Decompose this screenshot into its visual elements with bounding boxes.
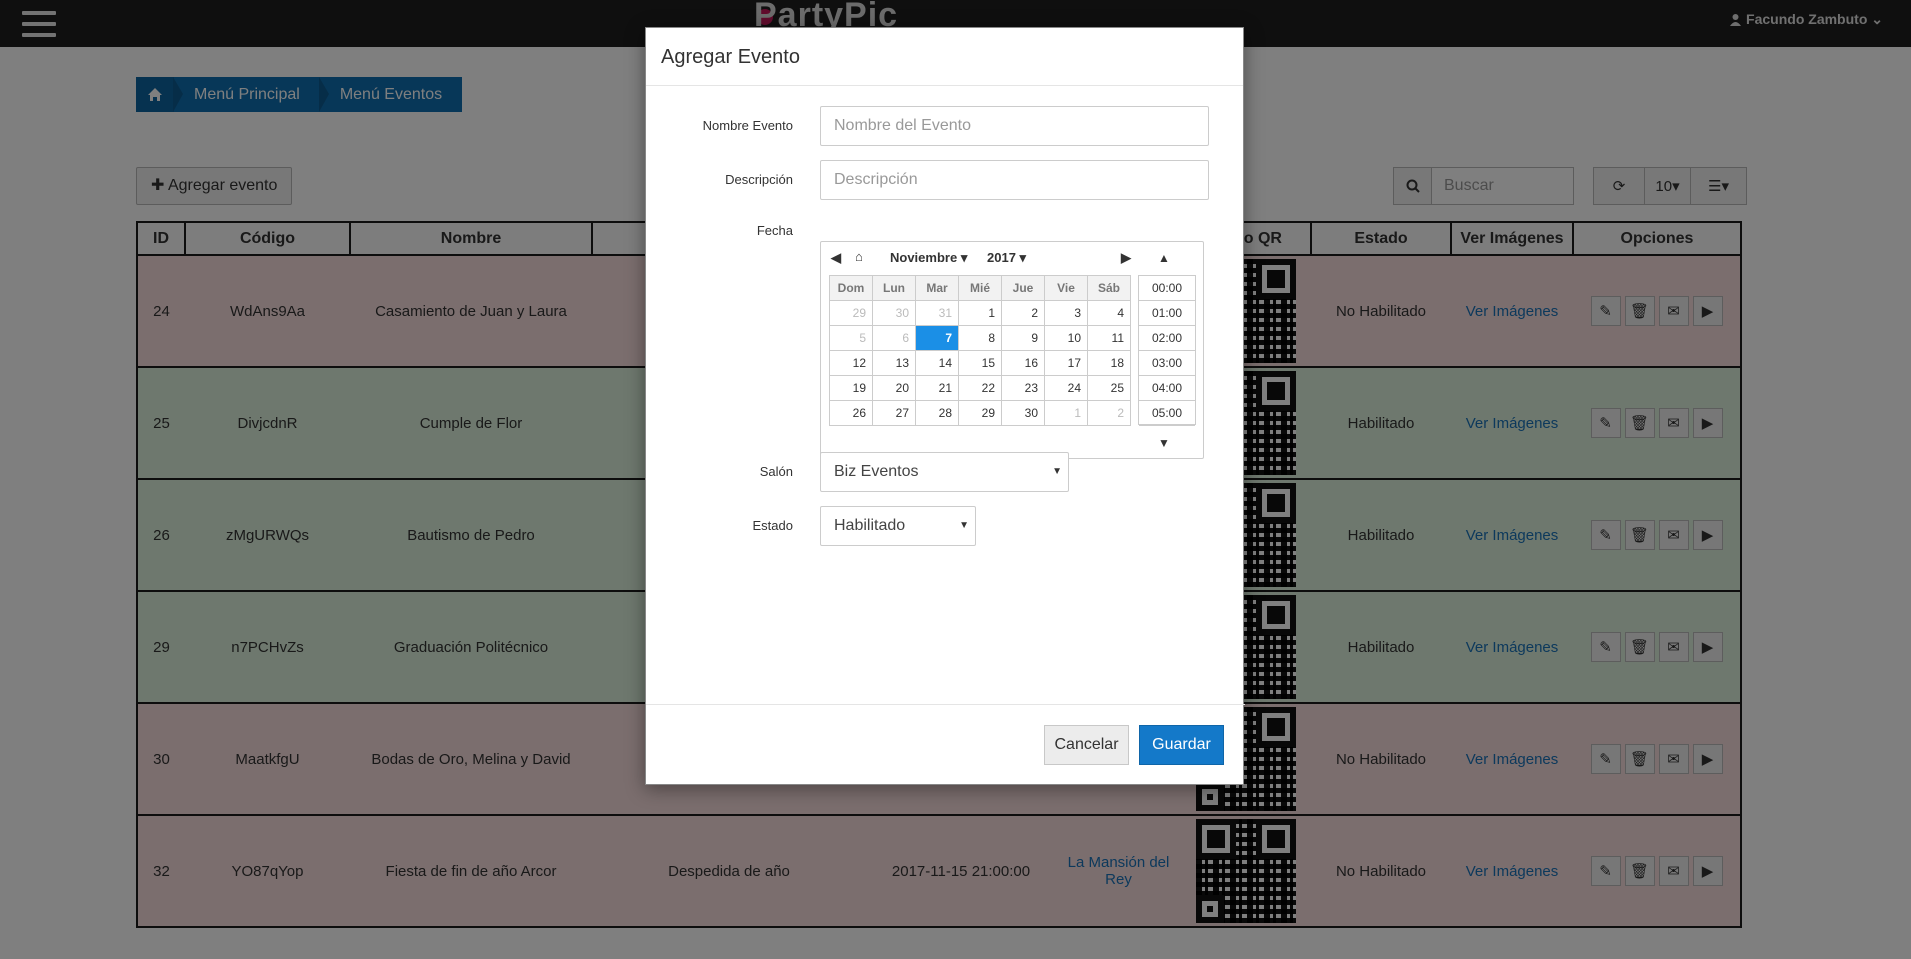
- calendar-day[interactable]: 1: [1044, 400, 1088, 426]
- calendar-day[interactable]: 9: [1001, 325, 1045, 351]
- weekday-header: Vie: [1044, 275, 1088, 301]
- calendar-day[interactable]: 6: [872, 325, 916, 351]
- calendar-day[interactable]: 23: [1001, 375, 1045, 401]
- weekday-header: Mar: [915, 275, 959, 301]
- weekday-header: Sáb: [1087, 275, 1131, 301]
- calendar-day[interactable]: 31: [915, 300, 959, 326]
- calendar-day[interactable]: 5: [829, 325, 873, 351]
- modal-title: Agregar Evento: [646, 28, 1243, 86]
- calendar-day[interactable]: 11: [1087, 325, 1131, 351]
- calendar-day[interactable]: 30: [1001, 400, 1045, 426]
- weekday-header: Mié: [958, 275, 1002, 301]
- select-caret-icon: ▼: [959, 520, 969, 531]
- calendar-day[interactable]: 18: [1087, 350, 1131, 376]
- datetime-picker: ◀ ⌂ Noviembre ▾ 2017 ▾ ▶ ▲ Dom Lun Mar Mié J…: [820, 241, 1204, 459]
- calendar-header: ◀ ⌂ Noviembre ▾ 2017 ▾ ▶: [831, 249, 1131, 270]
- calendar-day[interactable]: 28: [915, 400, 959, 426]
- calendar-day[interactable]: 22: [958, 375, 1002, 401]
- calendar-day[interactable]: 20: [872, 375, 916, 401]
- calendar-day[interactable]: 2: [1001, 300, 1045, 326]
- event-name-input[interactable]: Nombre del Evento: [820, 106, 1209, 146]
- calendar-day[interactable]: 8: [958, 325, 1002, 351]
- calendar-day[interactable]: 2: [1087, 400, 1131, 426]
- calendar-day[interactable]: 25: [1087, 375, 1131, 401]
- calendar-day[interactable]: 14: [915, 350, 959, 376]
- next-month-icon[interactable]: ▶: [1121, 250, 1131, 266]
- cancel-button[interactable]: Cancelar: [1044, 725, 1129, 765]
- state-value: Habilitado: [834, 517, 906, 534]
- calendar-day[interactable]: 29: [958, 400, 1002, 426]
- month-select[interactable]: Noviembre ▾: [890, 250, 967, 266]
- year-value: 2017: [987, 250, 1016, 265]
- event-name-label: Nombre Evento: [702, 118, 793, 133]
- calendar-day[interactable]: 26: [829, 400, 873, 426]
- calendar-day[interactable]: 24: [1044, 375, 1088, 401]
- calendar-day[interactable]: 30: [872, 300, 916, 326]
- time-option[interactable]: 04:00: [1139, 376, 1195, 401]
- time-option[interactable]: 01:00: [1139, 301, 1195, 326]
- calendar-day[interactable]: 19: [829, 375, 873, 401]
- calendar-day[interactable]: 27: [872, 400, 916, 426]
- salon-select[interactable]: Biz Eventos ▼: [820, 452, 1069, 492]
- modal-footer: Cancelar Guardar: [646, 704, 1245, 786]
- time-down-icon[interactable]: ▼: [1158, 436, 1170, 450]
- weekday-header: Jue: [1001, 275, 1045, 301]
- add-event-modal: Agregar Evento Nombre Evento Nombre del …: [645, 27, 1245, 786]
- calendar-day[interactable]: 7: [915, 325, 959, 351]
- time-option[interactable]: 02:00: [1139, 326, 1195, 351]
- save-button[interactable]: Guardar: [1139, 725, 1224, 765]
- date-label: Fecha: [756, 223, 793, 238]
- time-option[interactable]: 03:00: [1139, 351, 1195, 376]
- calendar-day[interactable]: 13: [872, 350, 916, 376]
- weekday-header: Dom: [829, 275, 873, 301]
- description-label: Descripción: [725, 172, 793, 187]
- year-select[interactable]: 2017 ▾: [987, 250, 1026, 266]
- calendar-day[interactable]: 10: [1044, 325, 1088, 351]
- calendar-day[interactable]: 29: [829, 300, 873, 326]
- calendar-day[interactable]: 3: [1044, 300, 1088, 326]
- calendar-day[interactable]: 16: [1001, 350, 1045, 376]
- today-home-icon[interactable]: ⌂: [855, 249, 863, 264]
- month-value: Noviembre: [890, 250, 958, 265]
- state-label: Estado: [752, 518, 793, 533]
- calendar-day[interactable]: 21: [915, 375, 959, 401]
- prev-month-icon[interactable]: ◀: [831, 250, 841, 266]
- weekday-header: Lun: [872, 275, 916, 301]
- calendar-day[interactable]: 4: [1087, 300, 1131, 326]
- calendar-day[interactable]: 17: [1044, 350, 1088, 376]
- time-up-icon[interactable]: ▲: [1158, 251, 1170, 265]
- salon-value: Biz Eventos: [834, 463, 919, 480]
- calendar-grid: Dom Lun Mar Mié Jue Vie Sáb 29 30 31 1 2 3 4 5 6 7 8 9 10 1…: [829, 275, 1131, 426]
- calendar-day[interactable]: 1: [958, 300, 1002, 326]
- time-option[interactable]: 00:00: [1139, 276, 1195, 301]
- description-input[interactable]: Descripción: [820, 160, 1209, 200]
- salon-label: Salón: [759, 464, 793, 479]
- time-list: 00:00 01:00 02:00 03:00 04:00 05:00: [1138, 275, 1196, 426]
- state-select[interactable]: Habilitado ▼: [820, 506, 976, 546]
- select-caret-icon: ▼: [1052, 466, 1062, 477]
- calendar-day[interactable]: 15: [958, 350, 1002, 376]
- time-option[interactable]: 05:00: [1139, 401, 1195, 426]
- calendar-day[interactable]: 12: [829, 350, 873, 376]
